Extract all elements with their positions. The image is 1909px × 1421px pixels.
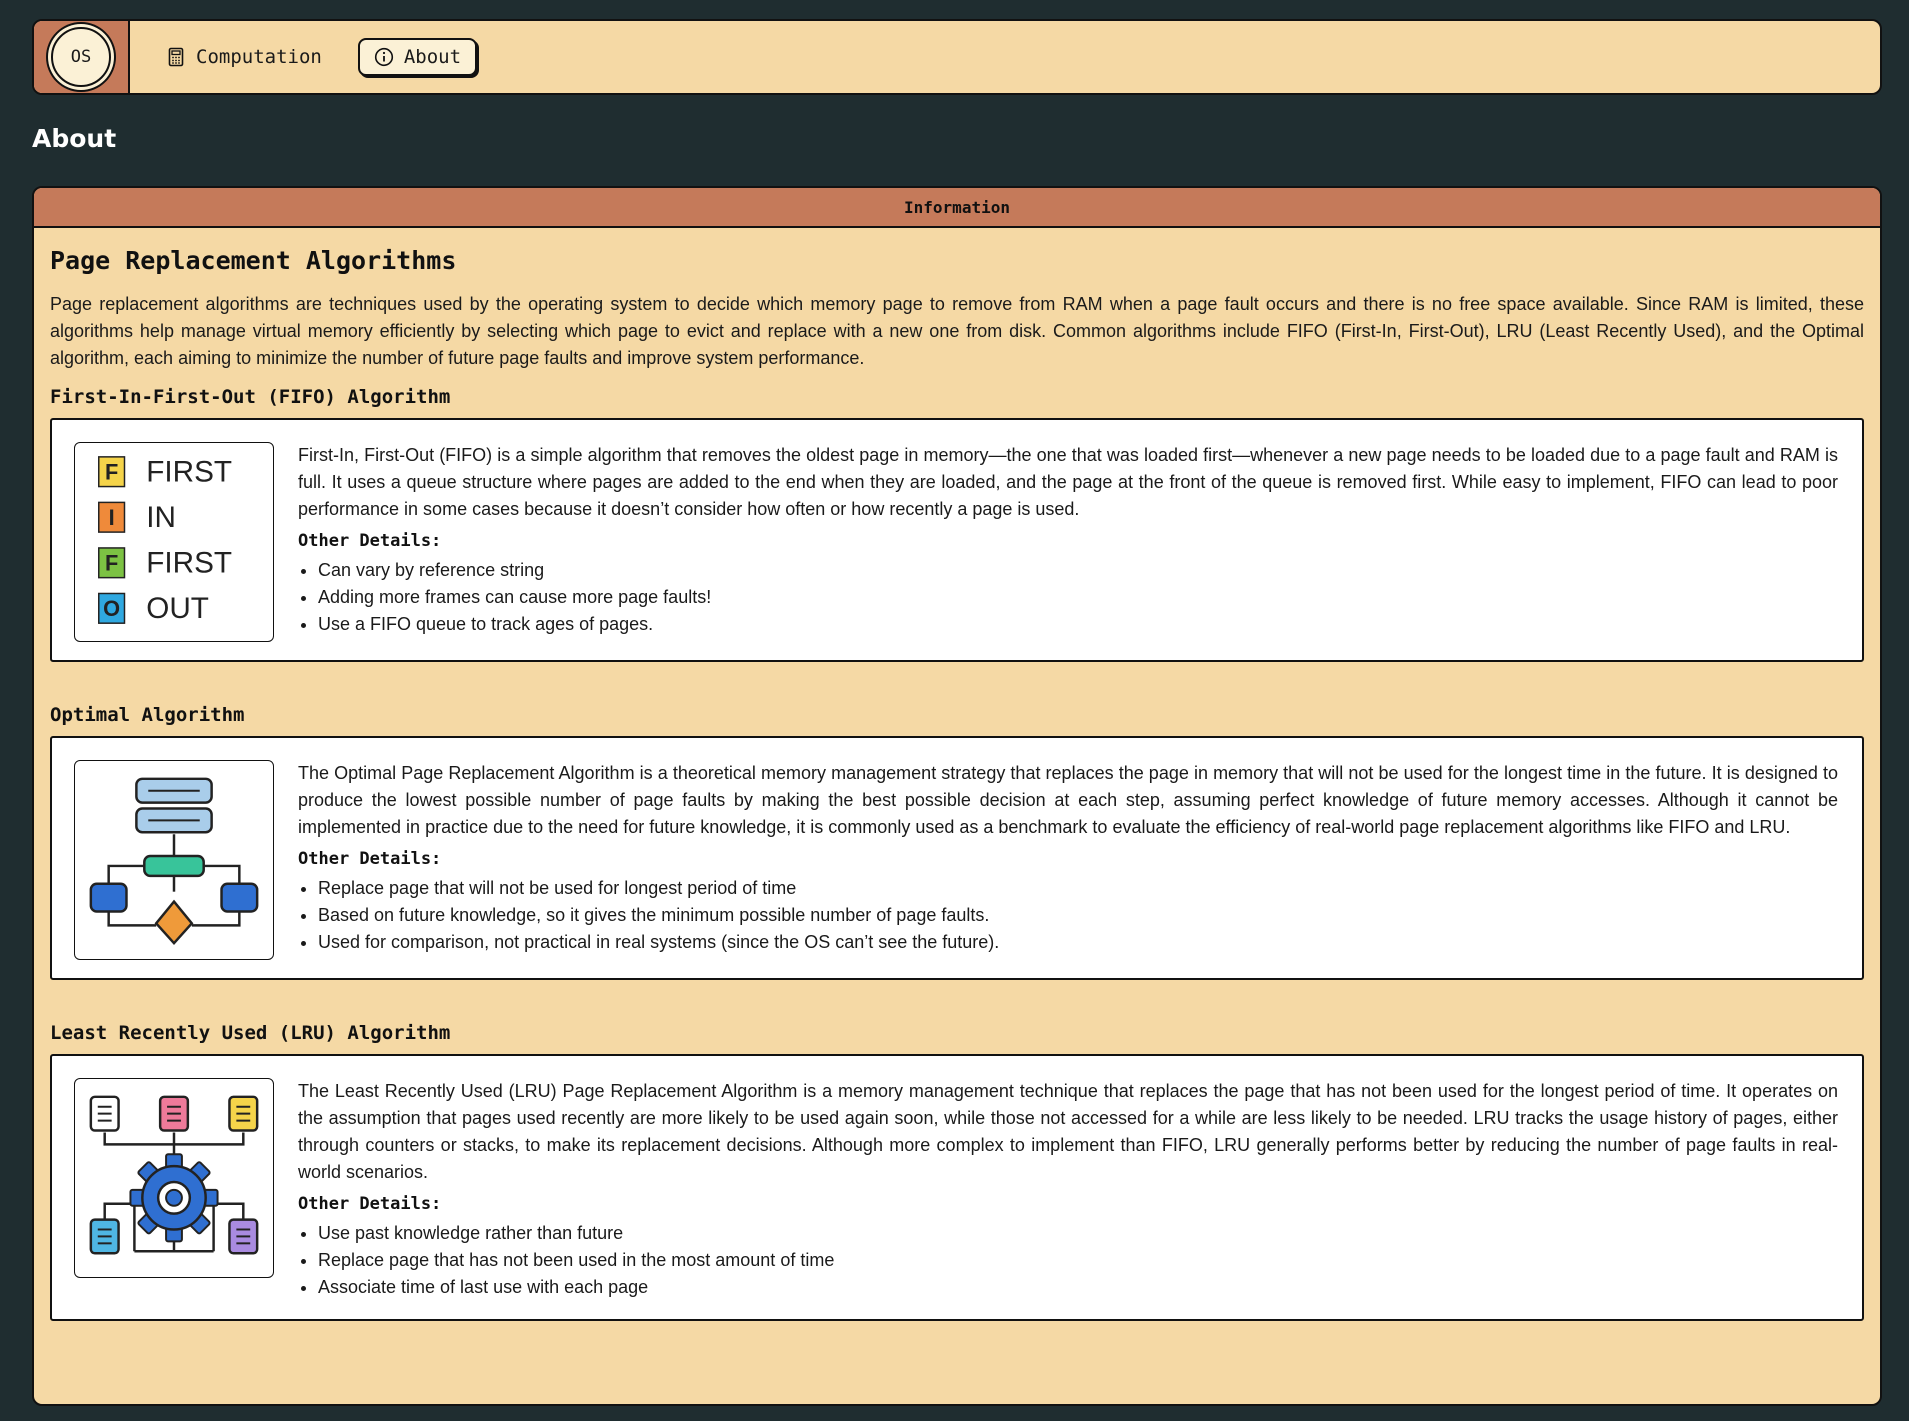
panel-body: Page Replacement Algorithms Page replace… bbox=[34, 228, 1880, 1321]
section-title-optimal: Optimal Algorithm bbox=[50, 704, 245, 726]
main-heading: Page Replacement Algorithms bbox=[50, 246, 457, 275]
list-item: Adding more frames can cause more page f… bbox=[318, 584, 1838, 611]
fifo-letter: F bbox=[105, 460, 118, 485]
algorithm-card-fifo: F FIRST I IN F FIRST O OUT First-In, Fir… bbox=[50, 418, 1864, 662]
list-item: Replace page that has not been used in t… bbox=[318, 1247, 1838, 1274]
fifo-letter: I bbox=[109, 505, 115, 530]
card-text: First-In, First-Out (FIFO) is a simple a… bbox=[298, 442, 1838, 642]
nav-item-computation[interactable]: Computation bbox=[152, 38, 336, 76]
logo-container: OS bbox=[34, 21, 130, 93]
gear-network-image bbox=[89, 1095, 259, 1255]
details-list: Can vary by reference string Adding more… bbox=[298, 557, 1838, 638]
information-panel: Information Page Replacement Algorithms … bbox=[32, 186, 1882, 1406]
calculator-icon bbox=[168, 47, 184, 67]
gear-network-illustration bbox=[74, 1078, 274, 1278]
os-logo[interactable]: OS bbox=[51, 27, 111, 87]
fifo-letter: F bbox=[105, 551, 118, 576]
nav-item-label: About bbox=[403, 46, 462, 68]
list-item: Use a FIFO queue to track ages of pages. bbox=[318, 611, 1838, 638]
list-item: Based on future knowledge, so it gives t… bbox=[318, 902, 1838, 929]
algorithm-description: First-In, First-Out (FIFO) is a simple a… bbox=[298, 445, 1838, 519]
flowchart-illustration bbox=[74, 760, 274, 960]
fifo-letter: O bbox=[103, 596, 120, 621]
section-title-lru: Least Recently Used (LRU) Algorithm bbox=[50, 1022, 451, 1044]
list-item: Replace page that will not be used for l… bbox=[318, 875, 1838, 902]
info-icon bbox=[374, 47, 393, 67]
details-label: Other Details: bbox=[298, 1194, 442, 1214]
fifo-word: OUT bbox=[146, 592, 209, 625]
details-label: Other Details: bbox=[298, 531, 442, 551]
intro-paragraph: Page replacement algorithms are techniqu… bbox=[50, 294, 1864, 368]
card-text: The Optimal Page Replacement Algorithm i… bbox=[298, 760, 1838, 960]
algorithm-description: The Least Recently Used (LRU) Page Repla… bbox=[298, 1081, 1838, 1182]
nav-item-about[interactable]: About bbox=[357, 38, 478, 76]
details-list: Use past knowledge rather than future Re… bbox=[298, 1220, 1838, 1301]
algorithm-card-lru: The Least Recently Used (LRU) Page Repla… bbox=[50, 1054, 1864, 1321]
fifo-illustration: F FIRST I IN F FIRST O OUT bbox=[74, 442, 274, 642]
panel-header: Information bbox=[34, 188, 1880, 228]
nav-item-label: Computation bbox=[196, 46, 322, 68]
list-item: Used for comparison, not practical in re… bbox=[318, 929, 1838, 956]
list-item: Can vary by reference string bbox=[318, 557, 1838, 584]
fifo-image: F FIRST I IN F FIRST O OUT bbox=[98, 456, 232, 625]
list-item: Associate time of last use with each pag… bbox=[318, 1274, 1838, 1301]
top-navbar: OS Computation About bbox=[32, 19, 1882, 95]
details-list: Replace page that will not be used for l… bbox=[298, 875, 1838, 956]
algorithm-description: The Optimal Page Replacement Algorithm i… bbox=[298, 763, 1838, 837]
algorithm-card-optimal: The Optimal Page Replacement Algorithm i… bbox=[50, 736, 1864, 980]
logo-text: OS bbox=[70, 47, 92, 67]
details-label: Other Details: bbox=[298, 849, 442, 869]
fifo-word: FIRST bbox=[146, 547, 232, 580]
fifo-word: FIRST bbox=[146, 456, 232, 489]
page-title: About bbox=[32, 124, 117, 153]
list-item: Use past knowledge rather than future bbox=[318, 1220, 1838, 1247]
fifo-word: IN bbox=[146, 501, 176, 534]
flowchart-image bbox=[89, 777, 259, 946]
card-text: The Least Recently Used (LRU) Page Repla… bbox=[298, 1078, 1838, 1301]
section-title-fifo: First-In-First-Out (FIFO) Algorithm bbox=[50, 386, 451, 408]
